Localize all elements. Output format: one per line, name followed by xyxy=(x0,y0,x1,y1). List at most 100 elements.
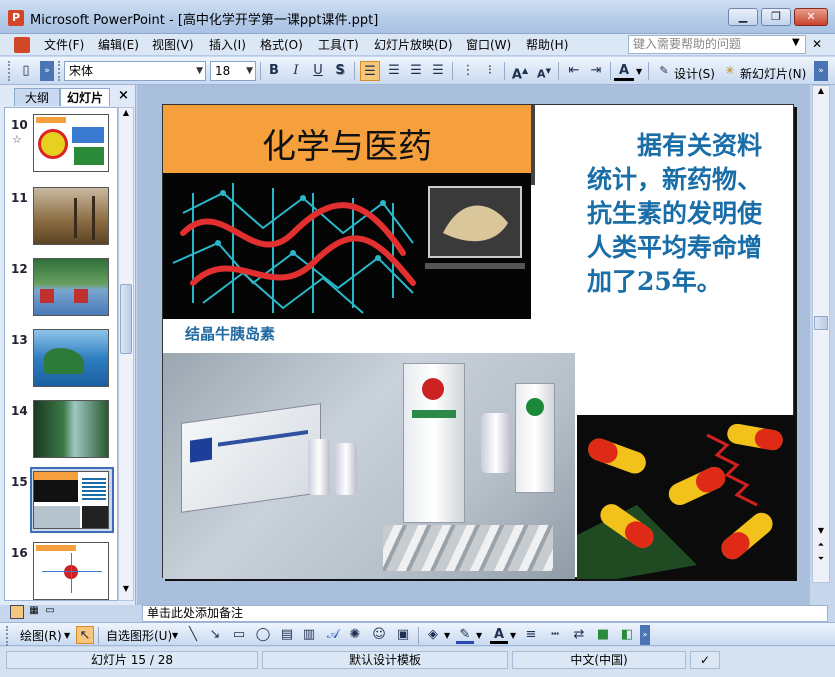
select-pointer-icon[interactable]: ↖ xyxy=(76,626,94,644)
align-center-icon[interactable]: ☰ xyxy=(384,61,404,81)
increase-font-icon[interactable]: A▲ xyxy=(510,61,530,82)
draw-menu-button[interactable]: 绘图(R) xyxy=(20,627,62,644)
chevron-down-icon[interactable]: ▼ xyxy=(476,631,482,640)
toolbar-options-icon[interactable]: » xyxy=(40,61,54,81)
previous-slide-icon[interactable]: ⏶ xyxy=(813,540,829,552)
help-dropdown-icon[interactable]: ▼ xyxy=(792,37,800,48)
slide-scrollbar[interactable]: ▲ ▼ ⏶ ⏷ xyxy=(812,85,830,583)
chevron-down-icon[interactable]: ▼ xyxy=(246,62,253,80)
toolbar-grip[interactable] xyxy=(8,61,12,81)
decrease-font-icon[interactable]: A▼ xyxy=(534,61,554,81)
italic-button[interactable]: I xyxy=(286,61,306,81)
arrow-icon[interactable]: ↘ xyxy=(206,626,224,644)
autoshapes-menu-button[interactable]: 自选图形(U) xyxy=(106,627,172,644)
shadow-button[interactable]: S xyxy=(330,61,350,81)
spelling-check-icon[interactable]: ✓ xyxy=(690,651,720,669)
diagram-icon[interactable]: ✺ xyxy=(346,626,364,644)
slide-sorter-icon[interactable]: ▦ xyxy=(27,605,41,619)
notes-pane[interactable]: 单击此处添加备注 xyxy=(142,605,828,622)
line-color-icon[interactable]: ✎ xyxy=(456,626,474,644)
textbox-icon[interactable]: ▤ xyxy=(278,626,296,644)
menu-tools[interactable]: 工具(T) xyxy=(314,36,363,54)
slideshow-view-icon[interactable]: ▭ xyxy=(43,605,57,619)
3d-style-icon[interactable]: ◧ xyxy=(618,626,636,644)
slide-thumbnail-16[interactable] xyxy=(33,542,109,600)
restore-button[interactable]: ❐ xyxy=(761,8,791,26)
chevron-down-icon[interactable]: ▼ xyxy=(64,631,70,640)
bulleted-list-icon[interactable]: ⁝ xyxy=(480,61,500,81)
decrease-indent-icon[interactable]: ⇤ xyxy=(564,61,584,81)
chevron-down-icon[interactable]: ▼ xyxy=(510,631,516,640)
font-size-combo[interactable]: 18 ▼ xyxy=(210,61,256,81)
scroll-down-icon[interactable]: ▼ xyxy=(813,526,829,538)
image-caption[interactable]: 结晶牛胰岛素 xyxy=(185,323,275,344)
close-pane-icon[interactable]: × xyxy=(118,88,129,103)
scroll-up-icon[interactable]: ▲ xyxy=(119,108,133,122)
menu-slideshow[interactable]: 幻灯片放映(D) xyxy=(370,36,457,54)
slide-title[interactable]: 化学与医药 xyxy=(163,119,531,168)
toolbar-options-icon[interactable]: » xyxy=(814,61,828,81)
vertical-textbox-icon[interactable]: ▥ xyxy=(300,626,318,644)
numbered-list-icon[interactable]: ⋮ xyxy=(458,61,478,81)
clipart-icon[interactable]: ☺ xyxy=(370,626,388,644)
rectangle-icon[interactable]: ▭ xyxy=(230,626,248,644)
menu-edit[interactable]: 编辑(E) xyxy=(94,36,143,54)
increase-indent-icon[interactable]: ⇥ xyxy=(586,61,606,81)
underline-button[interactable]: U xyxy=(308,61,328,81)
font-color-icon[interactable]: A xyxy=(490,626,508,644)
slide-thumbnail-12[interactable] xyxy=(33,258,109,316)
menu-help[interactable]: 帮助(H) xyxy=(522,36,572,54)
menu-format[interactable]: 格式(O) xyxy=(256,36,307,54)
picture-icon[interactable]: ▣ xyxy=(394,626,412,644)
font-color-button[interactable]: A xyxy=(614,61,634,81)
align-right-icon[interactable]: ☰ xyxy=(406,61,426,81)
chevron-down-icon[interactable]: ▼ xyxy=(196,62,203,80)
slide-canvas[interactable]: 化学与医药 结晶牛胰岛素 据有关资料统计，新药物、抗生素的发明使人类平均寿命增加… xyxy=(162,104,795,579)
wordart-icon[interactable]: 𝒜 xyxy=(324,626,342,644)
align-left-icon[interactable]: ☰ xyxy=(360,61,380,81)
minimize-button[interactable]: ▁ xyxy=(728,8,758,26)
oval-icon[interactable]: ◯ xyxy=(254,626,272,644)
line-style-icon[interactable]: ≡ xyxy=(522,626,540,644)
menu-view[interactable]: 视图(V) xyxy=(148,36,198,54)
slide-thumbnail-13[interactable] xyxy=(33,329,109,387)
line-icon[interactable]: ╲ xyxy=(184,626,202,644)
help-search-input[interactable]: 键入需要帮助的问题 xyxy=(628,35,806,54)
thumbnail-scrollbar[interactable]: ▲ ▼ xyxy=(118,107,134,601)
toolbar-grip[interactable] xyxy=(6,626,10,646)
close-document-icon[interactable]: ✕ xyxy=(812,37,822,51)
design-button[interactable]: 设计(S) xyxy=(674,65,715,82)
bold-button[interactable]: B xyxy=(264,61,284,81)
scrollbar-thumb[interactable] xyxy=(120,284,132,354)
tab-slides[interactable]: 幻灯片 xyxy=(60,88,110,106)
font-name-combo[interactable]: 宋体 ▼ xyxy=(64,61,206,81)
new-document-icon[interactable]: ▯ xyxy=(16,61,36,81)
scrollbar-thumb[interactable] xyxy=(814,316,828,330)
scroll-up-icon[interactable]: ▲ xyxy=(813,86,829,100)
next-slide-icon[interactable]: ⏷ xyxy=(813,554,829,566)
scroll-down-icon[interactable]: ▼ xyxy=(119,584,133,598)
slide-thumbnail-14[interactable] xyxy=(33,400,109,458)
normal-view-icon[interactable] xyxy=(10,605,24,619)
chevron-down-icon[interactable]: ▼ xyxy=(636,67,642,76)
toolbar-options-icon[interactable]: » xyxy=(640,625,650,645)
tab-outline[interactable]: 大纲 xyxy=(14,88,60,106)
insulin-molecule-image[interactable] xyxy=(163,173,531,319)
menu-window[interactable]: 窗口(W) xyxy=(462,36,515,54)
slide-thumbnail-15[interactable] xyxy=(33,471,109,529)
menu-file[interactable]: 文件(F) xyxy=(40,36,88,54)
slide-body-text[interactable]: 据有关资料统计，新药物、抗生素的发明使人类平均寿命增加了25年。 xyxy=(587,129,767,299)
powerpoint-icon[interactable]: P xyxy=(8,10,24,26)
document-icon[interactable] xyxy=(14,37,30,53)
medicine-products-image[interactable] xyxy=(163,353,575,579)
slide-thumbnail-10[interactable] xyxy=(33,114,109,172)
close-button[interactable]: ✕ xyxy=(794,8,828,26)
menu-insert[interactable]: 插入(I) xyxy=(205,36,250,54)
fill-color-icon[interactable]: ◈ xyxy=(424,626,442,644)
dash-style-icon[interactable]: ┅ xyxy=(546,626,564,644)
capsules-image[interactable] xyxy=(577,415,795,579)
toolbar-grip[interactable] xyxy=(58,61,62,81)
shadow-style-icon[interactable]: ■ xyxy=(594,626,612,644)
chevron-down-icon[interactable]: ▼ xyxy=(172,631,178,640)
new-slide-button[interactable]: 新幻灯片(N) xyxy=(740,65,806,82)
